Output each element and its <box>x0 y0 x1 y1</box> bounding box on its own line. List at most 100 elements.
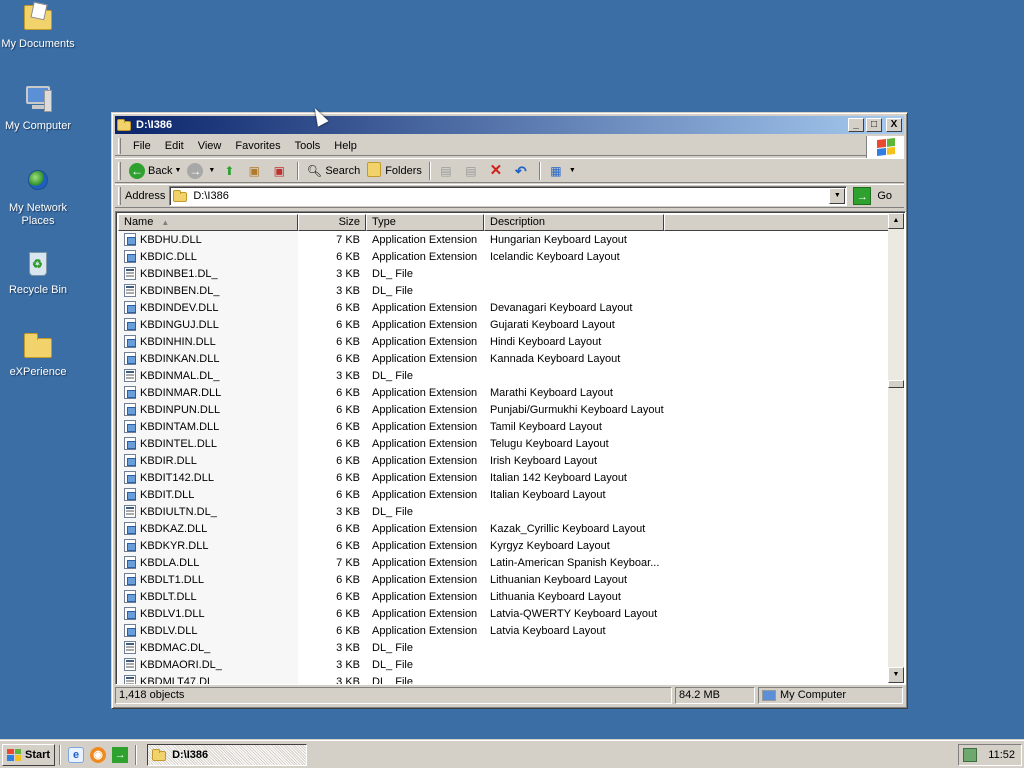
scroll-up-button[interactable]: ▲ <box>888 213 904 229</box>
copy-to-button[interactable]: ▤ <box>435 160 460 182</box>
chevron-down-icon[interactable]: ▼ <box>174 167 181 174</box>
table-row[interactable]: KBDLT1.DLL 6 KB Application Extension Lithu… <box>118 571 890 588</box>
scroll-thumb[interactable] <box>888 380 904 388</box>
toolbar-grip[interactable] <box>118 161 121 180</box>
file-name: KBDLV1.DLL <box>140 607 205 620</box>
column-header-size[interactable]: Size <box>298 214 366 231</box>
menu-favorites[interactable]: Favorites <box>228 140 287 152</box>
network-tray-icon[interactable] <box>963 748 977 762</box>
table-row[interactable]: KBDLT.DLL 6 KB Application Extension Lithua… <box>118 588 890 605</box>
toolbar-separator <box>428 161 431 180</box>
go-button[interactable]: → Go <box>853 187 892 205</box>
file-description: Kyrgyz Keyboard Layout <box>490 539 610 552</box>
table-row[interactable]: KBDHU.DLL 7 KB Application Extension Hungar… <box>118 231 890 248</box>
desktop-icon-recycle-bin[interactable]: ♻ Recycle Bin <box>0 248 76 297</box>
search-button[interactable]: 🔍︎ Search <box>303 160 363 182</box>
go-arrow-icon: → <box>853 187 872 205</box>
menu-tools[interactable]: Tools <box>288 140 328 152</box>
status-location: My Computer <box>758 687 903 704</box>
generic-file-icon <box>124 658 136 671</box>
file-type: Application Extension <box>372 233 478 246</box>
move-button[interactable]: ▤ <box>460 160 485 182</box>
table-row[interactable]: KBDIULTN.DL_ 3 KB DL_ File <box>118 503 890 520</box>
start-label: Start <box>25 748 51 761</box>
firefox-icon[interactable]: ◉ <box>90 746 107 763</box>
dll-file-icon <box>124 233 136 246</box>
close-button[interactable]: X <box>886 118 902 132</box>
address-input[interactable]: D:\I386 ▼ <box>169 186 848 206</box>
table-row[interactable]: KBDLV.DLL 6 KB Application Extension Latvia… <box>118 622 890 639</box>
table-row[interactable]: KBDINKAN.DLL 6 KB Application Extension Kan… <box>118 350 890 367</box>
table-row[interactable]: KBDINHIN.DLL 6 KB Application Extension Hin… <box>118 333 890 350</box>
scroll-down-button[interactable]: ▼ <box>888 667 904 683</box>
recycle-bin-icon: ♻ <box>22 248 54 280</box>
table-row[interactable]: KBDINMAR.DLL 6 KB Application Extension Mar… <box>118 384 890 401</box>
table-row[interactable]: KBDINBE1.DL_ 3 KB DL_ File <box>118 265 890 282</box>
table-row[interactable]: KBDMLT47.DL_ 3 KB DL_ File <box>118 673 890 684</box>
table-row[interactable]: KBDLA.DLL 7 KB Application Extension Latin-… <box>118 554 890 571</box>
file-size: 6 KB <box>336 386 360 399</box>
views-button[interactable]: ▦ ▼ <box>545 160 579 182</box>
start-button[interactable]: Start <box>2 743 56 766</box>
file-name: KBDKYR.DLL <box>140 539 209 552</box>
table-row[interactable]: KBDIT.DLL 6 KB Application Extension Italia… <box>118 486 890 503</box>
table-row[interactable]: KBDINDEV.DLL 6 KB Application Extension Dev… <box>118 299 890 316</box>
address-value[interactable]: D:\I386 <box>193 190 228 202</box>
column-header-type[interactable]: Type <box>366 214 484 231</box>
minimize-button[interactable]: _ <box>848 118 864 132</box>
toolbar-grip[interactable] <box>118 187 121 205</box>
vertical-scrollbar[interactable]: ▲ ▼ <box>888 213 904 683</box>
maximize-button[interactable]: □ <box>866 118 882 132</box>
desktop-icon-experience[interactable]: eXPerience <box>0 330 76 379</box>
desktop-icon-my-documents[interactable]: My Documents <box>0 1 76 51</box>
toolbar-grip[interactable] <box>118 137 121 154</box>
table-row[interactable]: KBDINTEL.DLL 6 KB Application Extension Tel… <box>118 435 890 452</box>
column-header-description[interactable]: Description <box>484 214 664 231</box>
chevron-down-icon[interactable]: ▼ <box>208 167 215 174</box>
table-row[interactable]: KBDIR.DLL 6 KB Application Extension Irish … <box>118 452 890 469</box>
clock[interactable]: 11:52 <box>988 749 1015 761</box>
internet-explorer-icon[interactable]: e <box>68 746 85 763</box>
table-row[interactable]: KBDKYR.DLL 6 KB Application Extension Kyrgy… <box>118 537 890 554</box>
file-size: 6 KB <box>336 403 360 416</box>
taskbar-button-explorer[interactable]: D:\I386 <box>147 743 308 766</box>
forward-button[interactable]: → ▼ <box>184 160 218 182</box>
table-row[interactable]: KBDINPUN.DLL 6 KB Application Extension Pun… <box>118 401 890 418</box>
title-bar[interactable]: D:\I386 _ □ X <box>115 116 904 134</box>
menu-help[interactable]: Help <box>327 140 364 152</box>
back-button[interactable]: ← Back ▼ <box>126 160 184 182</box>
desktop-icon-my-computer[interactable]: My Computer <box>0 84 76 133</box>
menu-view[interactable]: View <box>191 140 229 152</box>
folder-icon <box>152 748 168 762</box>
file-description: Tamil Keyboard Layout <box>490 420 602 433</box>
folders-button[interactable]: Folders <box>363 160 425 182</box>
table-row[interactable]: KBDINMAL.DL_ 3 KB DL_ File <box>118 367 890 384</box>
table-row[interactable]: KBDIT142.DLL 6 KB Application Extension Ita… <box>118 469 890 486</box>
table-row[interactable]: KBDINTAM.DLL 6 KB Application Extension Tam… <box>118 418 890 435</box>
menu-edit[interactable]: Edit <box>158 140 191 152</box>
file-name-cell: KBDIR.DLL <box>118 452 298 469</box>
address-dropdown-button[interactable]: ▼ <box>829 188 846 204</box>
file-name: KBDINMAL.DL_ <box>140 369 220 382</box>
file-description: Latvia-QWERTY Keyboard Layout <box>490 607 658 620</box>
delete-button[interactable]: ✕ <box>485 160 510 182</box>
move-to-button[interactable]: ▣ <box>243 160 268 182</box>
table-row[interactable]: KBDINGUJ.DLL 6 KB Application Extension Guj… <box>118 316 890 333</box>
menu-file[interactable]: File <box>126 140 158 152</box>
table-row[interactable]: KBDIC.DLL 6 KB Application Extension Icelan… <box>118 248 890 265</box>
file-list[interactable]: Name ▲ Size Type Description KBDHU.DLL 7 K… <box>115 211 906 685</box>
table-row[interactable]: KBDMAORI.DL_ 3 KB DL_ File <box>118 656 890 673</box>
column-header-name[interactable]: Name ▲ <box>118 214 298 231</box>
show-desktop-icon[interactable]: → <box>112 746 129 763</box>
chevron-down-icon: ▼ <box>568 167 576 174</box>
table-row[interactable]: KBDMAC.DL_ 3 KB DL_ File <box>118 639 890 656</box>
file-description: Italian Keyboard Layout <box>490 488 606 501</box>
delete-folder-button[interactable]: ▣ <box>268 160 293 182</box>
undo-button[interactable]: ↶ <box>510 160 535 182</box>
up-folder-button[interactable]: ⬆ <box>218 160 243 182</box>
table-row[interactable]: KBDINBEN.DL_ 3 KB DL_ File <box>118 282 890 299</box>
table-row[interactable]: KBDLV1.DLL 6 KB Application Extension Latvi… <box>118 605 890 622</box>
desktop-icon-network-places[interactable]: My Network Places <box>0 166 76 228</box>
table-row[interactable]: KBDKAZ.DLL 6 KB Application Extension Kazak… <box>118 520 890 537</box>
file-name-cell: KBDIT.DLL <box>118 486 298 503</box>
